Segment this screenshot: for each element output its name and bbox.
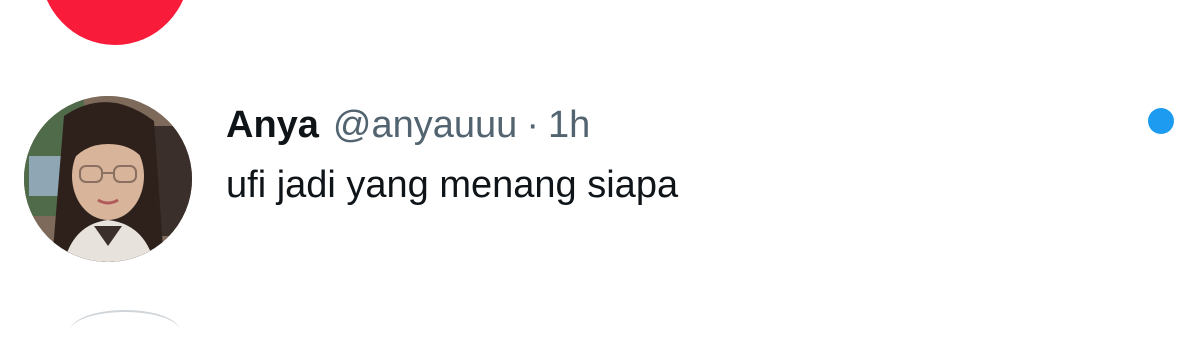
profile-photo-icon (24, 96, 192, 262)
user-avatar[interactable] (24, 96, 192, 262)
unread-indicator-icon (1148, 108, 1174, 134)
tweet-header: Anya @anyauuu · 1h (226, 100, 590, 150)
tweet-text: ufi jadi yang menang siapa (226, 164, 679, 206)
previous-item-avatar (40, 0, 190, 45)
display-name[interactable]: Anya (226, 100, 319, 150)
timestamp[interactable]: 1h (548, 100, 590, 150)
meta-separator: · (526, 104, 539, 146)
user-handle[interactable]: @anyauuu (333, 100, 517, 150)
next-item-avatar (70, 310, 180, 352)
